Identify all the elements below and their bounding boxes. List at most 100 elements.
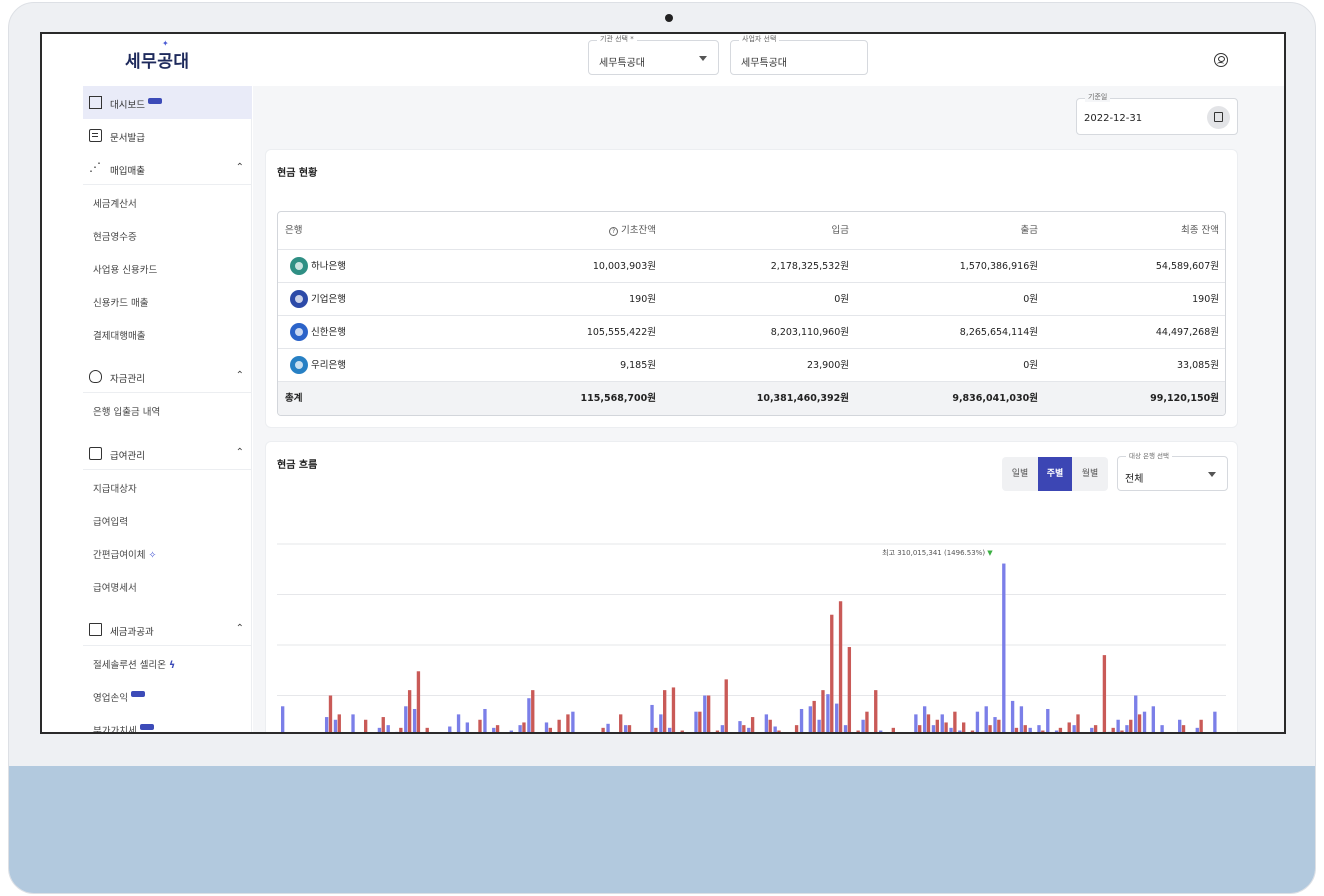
table-row[interactable]: 하나은행 10,003,903원 2,178,325,532원 1,570,386,9… xyxy=(278,250,1225,283)
withdraw-bar[interactable] xyxy=(627,725,632,734)
deposit-bar[interactable] xyxy=(1125,725,1129,734)
table-row[interactable]: 기업은행 190원 0원 0원 190원 xyxy=(278,283,1225,316)
withdraw-bar[interactable] xyxy=(566,714,570,734)
deposit-bar[interactable] xyxy=(456,714,461,734)
brand-logo[interactable]: 세무공대 ✦ xyxy=(125,39,190,72)
deposit-bar[interactable] xyxy=(975,711,980,734)
withdraw-bar[interactable] xyxy=(988,725,992,734)
deposit-bar[interactable] xyxy=(826,694,830,734)
deposit-bar[interactable] xyxy=(712,733,715,734)
deposit-bar[interactable] xyxy=(861,719,865,734)
withdraw-bar[interactable] xyxy=(874,690,878,734)
deposit-bar[interactable] xyxy=(1010,700,1015,734)
period-weekly-button[interactable]: 주별 xyxy=(1038,457,1072,491)
deposit-bar[interactable] xyxy=(492,727,496,734)
period-daily-button[interactable]: 일별 xyxy=(1002,457,1038,491)
deposit-bar[interactable] xyxy=(474,733,477,734)
deposit-bar[interactable] xyxy=(307,733,310,734)
sidebar-item-vat[interactable]: 부가가치세 xyxy=(83,712,252,732)
deposit-bar[interactable] xyxy=(993,717,997,734)
deposit-bar[interactable] xyxy=(1107,731,1112,734)
withdraw-bar[interactable] xyxy=(337,714,341,734)
deposit-bar[interactable] xyxy=(351,714,355,734)
target-bank-select[interactable]: 대상 은행 선택 전체 xyxy=(1117,450,1228,491)
withdraw-bar[interactable] xyxy=(830,614,834,734)
deposit-bar[interactable] xyxy=(404,706,408,734)
withdraw-bar[interactable] xyxy=(970,730,975,734)
withdraw-bar[interactable] xyxy=(838,601,843,734)
deposit-bar[interactable] xyxy=(958,730,962,734)
deposit-bar[interactable] xyxy=(1160,725,1164,734)
sidebar-item-docs[interactable]: 문서발급 xyxy=(83,119,252,152)
deposit-bar[interactable] xyxy=(1213,711,1217,734)
withdraw-bar[interactable] xyxy=(399,727,403,734)
withdraw-bar[interactable] xyxy=(1155,733,1158,734)
withdraw-bar[interactable] xyxy=(654,727,658,734)
withdraw-bar[interactable] xyxy=(328,695,333,734)
withdraw-bar[interactable] xyxy=(847,647,852,734)
withdraw-bar[interactable] xyxy=(373,733,376,734)
sidebar-item-card-sales[interactable]: 신용카드 매출 xyxy=(83,284,252,317)
withdraw-bar[interactable] xyxy=(531,690,535,734)
deposit-bar[interactable] xyxy=(1037,725,1041,734)
deposit-bar[interactable] xyxy=(817,719,821,734)
withdraw-bar[interactable] xyxy=(698,711,702,734)
withdraw-bar[interactable] xyxy=(918,725,922,734)
sidebar-item-tax-invoice[interactable]: 세금계산서 xyxy=(83,185,252,218)
deposit-bar[interactable] xyxy=(1169,733,1172,734)
withdraw-bar[interactable] xyxy=(821,690,825,734)
withdraw-bar[interactable] xyxy=(1102,655,1107,734)
table-row[interactable]: 우리은행 9,185원 23,900원 0원 33,085원 xyxy=(278,349,1225,382)
withdraw-bar[interactable] xyxy=(715,730,720,734)
org-select[interactable]: 기관 선택 * 세무특공대 xyxy=(588,34,719,75)
deposit-bar[interactable] xyxy=(377,727,382,734)
withdraw-bar[interactable] xyxy=(768,719,772,734)
help-icon[interactable]: ? xyxy=(609,227,619,236)
deposit-bar[interactable] xyxy=(720,725,725,734)
withdraw-bar[interactable] xyxy=(856,730,860,734)
deposit-bar[interactable] xyxy=(799,708,804,734)
withdraw-bar[interactable] xyxy=(663,690,667,734)
deposit-bar[interactable] xyxy=(544,722,549,734)
sidebar-item-pg-sales[interactable]: 결제대행매출 xyxy=(83,317,252,350)
table-row[interactable]: 신한은행 105,555,422원 8,203,110,960원 8,265,654,… xyxy=(278,316,1225,349)
withdraw-bar[interactable] xyxy=(495,725,500,734)
chevron-up-icon[interactable]: ⌃ xyxy=(236,370,244,381)
withdraw-bar[interactable] xyxy=(944,722,948,734)
withdraw-bar[interactable] xyxy=(1129,719,1133,734)
sidebar-section-payroll[interactable]: 급여관리 ⌃ xyxy=(83,437,252,470)
deposit-bar[interactable] xyxy=(1072,725,1076,734)
withdraw-bar[interactable] xyxy=(363,719,368,734)
withdraw-bar[interactable] xyxy=(1181,725,1186,734)
deposit-bar[interactable] xyxy=(448,726,452,734)
deposit-bar[interactable] xyxy=(940,714,944,734)
deposit-bar[interactable] xyxy=(333,719,338,734)
deposit-bar[interactable] xyxy=(623,725,628,734)
sidebar-item-dashboard[interactable]: 대시보드 xyxy=(83,86,252,119)
deposit-bar[interactable] xyxy=(483,708,487,734)
withdraw-bar[interactable] xyxy=(900,733,903,734)
deposit-bar[interactable] xyxy=(1019,706,1024,734)
withdraw-bar[interactable] xyxy=(962,722,966,734)
withdraw-bar[interactable] xyxy=(953,711,957,734)
calendar-button[interactable] xyxy=(1207,106,1230,129)
withdraw-bar[interactable] xyxy=(416,671,421,734)
deposit-bar[interactable] xyxy=(536,733,539,734)
deposit-bar[interactable] xyxy=(1142,711,1147,734)
withdraw-bar[interactable] xyxy=(1014,727,1019,734)
deposit-bar[interactable] xyxy=(1151,706,1155,734)
deposit-bar[interactable] xyxy=(949,727,953,734)
withdraw-bar[interactable] xyxy=(689,733,692,734)
withdraw-bar[interactable] xyxy=(777,730,781,734)
withdraw-bar[interactable] xyxy=(1076,714,1080,734)
deposit-bar[interactable] xyxy=(888,733,891,734)
withdraw-bar[interactable] xyxy=(865,711,869,734)
withdraw-bar[interactable] xyxy=(1120,730,1124,734)
user-account-icon[interactable] xyxy=(1214,53,1228,67)
sidebar-item-profit-loss[interactable]: 영업손익 xyxy=(83,679,252,712)
deposit-bar[interactable] xyxy=(667,727,672,734)
deposit-bar[interactable] xyxy=(518,725,522,734)
withdraw-bar[interactable] xyxy=(997,719,1001,734)
sidebar-item-tax-solution[interactable]: 절세솔루션 셀리온 ϟ xyxy=(83,646,252,679)
deposit-bar[interactable] xyxy=(1028,727,1032,734)
